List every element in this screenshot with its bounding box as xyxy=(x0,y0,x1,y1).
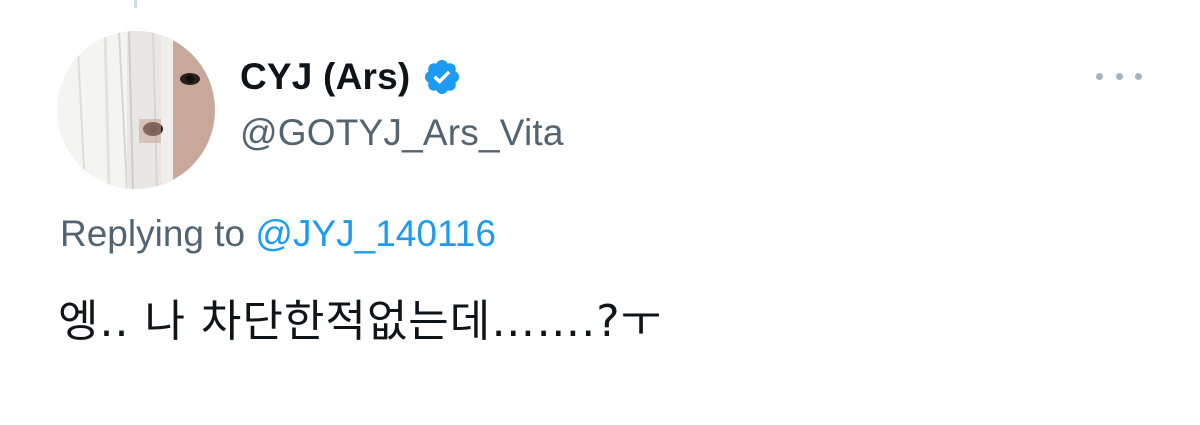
reply-mention-link[interactable]: @JYJ_140116 xyxy=(255,213,496,254)
author-handle[interactable]: @GOTYJ_Ars_Vita xyxy=(240,112,564,154)
tweet-text: 엥.. 나 차단한적없는데…….?ㅜ xyxy=(58,296,663,347)
replying-to-line: Replying to @JYJ_140116 xyxy=(60,213,496,255)
more-dot xyxy=(1135,72,1142,80)
thread-connector-line xyxy=(134,0,137,8)
more-horizontal-icon[interactable] xyxy=(1096,64,1142,88)
author-display-name[interactable]: CYJ (Ars) xyxy=(240,56,410,98)
avatar-image xyxy=(57,31,215,189)
avatar[interactable] xyxy=(57,31,215,189)
more-dot xyxy=(1115,72,1123,80)
replying-to-label: Replying to xyxy=(60,213,246,254)
author-name-row: CYJ (Ars) xyxy=(240,52,462,102)
more-dot xyxy=(1096,72,1103,80)
verified-badge-icon xyxy=(422,57,462,97)
